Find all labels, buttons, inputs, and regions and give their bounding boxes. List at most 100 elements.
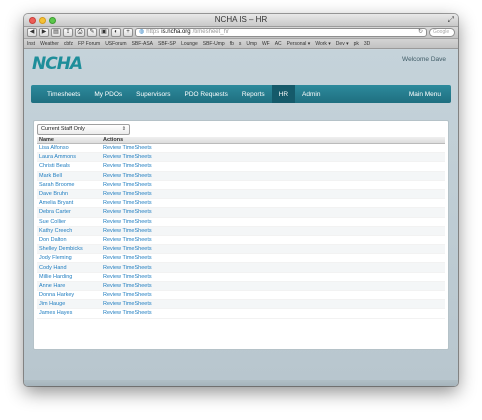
new-tab-button[interactable]: + — [123, 28, 133, 37]
staff-name-link[interactable]: Laura Ammons — [37, 154, 103, 160]
review-timesheets-link[interactable]: Review TimeSheets — [103, 200, 445, 206]
review-timesheets-link[interactable]: Review TimeSheets — [103, 274, 445, 280]
staff-name-link[interactable]: Shelley Dembicks — [37, 246, 103, 252]
staff-name-link[interactable]: Donna Harkey — [37, 292, 103, 298]
bookmark-item[interactable]: AC — [275, 41, 282, 47]
staff-name-link[interactable]: Sarah Broome — [37, 182, 103, 188]
url-path: /timesheet_hr — [192, 29, 229, 35]
bookmark-item[interactable]: Personal ▾ — [287, 41, 311, 47]
bookmark-item[interactable]: Work ▾ — [315, 41, 330, 47]
review-timesheets-link[interactable]: Review TimeSheets — [103, 163, 445, 169]
staff-name-link[interactable]: Debra Carter — [37, 209, 103, 215]
review-timesheets-link[interactable]: Review TimeSheets — [103, 219, 445, 225]
bookmark-item[interactable]: fb — [230, 41, 234, 47]
review-timesheets-link[interactable]: Review TimeSheets — [103, 228, 445, 234]
staff-name-link[interactable]: Millie Harding — [37, 274, 103, 280]
nav-item-main-menu[interactable]: Main Menu — [402, 85, 451, 103]
bookmark-item[interactable]: s — [239, 41, 242, 47]
review-timesheets-link[interactable]: Review TimeSheets — [103, 301, 445, 307]
fullscreen-icon[interactable]: ⤢ — [448, 15, 454, 25]
forward-button[interactable]: ▶ — [39, 28, 49, 37]
back-button[interactable]: ◀ — [27, 28, 37, 37]
table-row: Christi Beals Review TimeSheets — [37, 162, 445, 172]
logo-text: NCHA — [32, 54, 83, 74]
review-timesheets-link[interactable]: Review TimeSheets — [103, 182, 445, 188]
bookmark-item[interactable]: Weather — [40, 41, 59, 47]
table-row: Millie Harding Review TimeSheets — [37, 273, 445, 282]
extension-icon[interactable]: ✎ — [87, 28, 97, 37]
tabs-icon[interactable]: ▣ — [99, 28, 109, 37]
nav-item-supervisors[interactable]: Supervisors — [129, 85, 177, 103]
staff-name-link[interactable]: Amelia Bryant — [37, 200, 103, 206]
reload-icon[interactable]: ↻ — [418, 29, 423, 36]
table-row: Jim Hauge Review TimeSheets — [37, 300, 445, 310]
table-row: Sarah Broome Review TimeSheets — [37, 181, 445, 190]
staff-name-link[interactable]: Sue Collier — [37, 219, 103, 225]
nav-item-my-pdos[interactable]: My PDOs — [87, 85, 129, 103]
ncha-logo[interactable]: NCHA — [32, 54, 83, 74]
url-scheme: https — [146, 29, 160, 35]
sidebar-icon[interactable]: ▤ — [51, 28, 61, 37]
staff-name-link[interactable]: Kathy Creech — [37, 228, 103, 234]
bookmark-item[interactable]: Inst — [27, 41, 35, 47]
staff-name-link[interactable]: Lisa Alfonso — [37, 145, 103, 151]
header-actions: Actions — [103, 137, 124, 143]
url-host: is.ncha.org — [161, 29, 191, 35]
review-timesheets-link[interactable]: Review TimeSheets — [103, 246, 445, 252]
staff-name-link[interactable]: Christi Beals — [37, 163, 103, 169]
bookmark-item[interactable]: WF — [262, 41, 270, 47]
review-timesheets-link[interactable]: Review TimeSheets — [103, 292, 445, 298]
nav-item-reports[interactable]: Reports — [235, 85, 272, 103]
bookmark-item[interactable]: SBF-SP — [158, 41, 176, 47]
review-timesheets-link[interactable]: Review TimeSheets — [103, 145, 445, 151]
table-row: Amelia Bryant Review TimeSheets — [37, 199, 445, 209]
table-row: Lisa Alfonso Review TimeSheets — [37, 144, 445, 154]
bookmark-item[interactable]: Dev ▾ — [336, 41, 349, 47]
nav-item-pdo-requests[interactable]: PDO Requests — [178, 85, 235, 103]
bookmark-item[interactable]: USForum — [105, 41, 126, 47]
search-field[interactable]: Google — [429, 28, 455, 37]
url-field[interactable]: ◍ https is.ncha.org/timesheet_hr ↻ — [135, 28, 427, 37]
review-timesheets-link[interactable]: Review TimeSheets — [103, 265, 445, 271]
review-timesheets-link[interactable]: Review TimeSheets — [103, 237, 445, 243]
review-timesheets-link[interactable]: Review TimeSheets — [103, 173, 445, 179]
nav-item-admin[interactable]: Admin — [295, 85, 327, 103]
bookmark-item[interactable]: SBF-Ump — [203, 41, 225, 47]
table-body: Lisa Alfonso Review TimeSheets Laura Ammon… — [37, 144, 445, 319]
reader-icon[interactable]: ◐ — [111, 28, 121, 37]
nav-item-hr[interactable]: HR — [271, 85, 296, 103]
staff-name-link[interactable]: Jim Hauge — [37, 301, 103, 307]
staff-name-link[interactable]: Dave Bruhn — [37, 191, 103, 197]
table-row: Kathy Creech Review TimeSheets — [37, 226, 445, 236]
review-timesheets-link[interactable]: Review TimeSheets — [103, 154, 445, 160]
bookmark-item[interactable]: pk — [354, 41, 359, 47]
review-timesheets-link[interactable]: Review TimeSheets — [103, 209, 445, 215]
bookmark-item[interactable]: 3D — [364, 41, 370, 47]
bookmark-item[interactable]: SBF-ASA — [132, 41, 153, 47]
table-row: Cody Hand Review TimeSheets — [37, 263, 445, 273]
review-timesheets-link[interactable]: Review TimeSheets — [103, 255, 445, 261]
nav-item-timesheets[interactable]: Timesheets — [31, 85, 87, 103]
welcome-text: Welcome Dave — [402, 56, 446, 63]
browser-window: NCHA IS – HR ⤢ ◀ ▶ ▤ ⇪ ⎙ ✎ ▣ ◐ + ◍ https… — [24, 14, 458, 386]
bookmark-item[interactable]: Lounge — [181, 41, 198, 47]
staff-name-link[interactable]: Don Dalton — [37, 237, 103, 243]
staff-name-link[interactable]: Anne Hare — [37, 283, 103, 289]
review-timesheets-link[interactable]: Review TimeSheets — [103, 310, 445, 316]
review-timesheets-link[interactable]: Review TimeSheets — [103, 283, 445, 289]
bookmark-item[interactable]: Ump — [246, 41, 257, 47]
staff-name-link[interactable]: Mark Bell — [37, 173, 103, 179]
staff-name-link[interactable]: James Hayes — [37, 310, 103, 316]
browser-toolbar: ◀ ▶ ▤ ⇪ ⎙ ✎ ▣ ◐ + ◍ https is.ncha.org/ti… — [24, 27, 458, 39]
staff-name-link[interactable]: Cody Hand — [37, 265, 103, 271]
table-row: Donna Harkey Review TimeSheets — [37, 291, 445, 301]
staff-filter-select[interactable]: Current Staff Only ⇕ — [37, 124, 130, 135]
review-timesheets-link[interactable]: Review TimeSheets — [103, 191, 445, 197]
table-row: Sue Collier Review TimeSheets — [37, 218, 445, 227]
print-icon[interactable]: ⎙ — [75, 28, 85, 37]
bookmark-item[interactable]: FP Forum — [78, 41, 100, 47]
staff-name-link[interactable]: Jody Fleming — [37, 255, 103, 261]
staff-filter-value: Current Staff Only — [41, 126, 85, 132]
share-icon[interactable]: ⇪ — [63, 28, 73, 37]
bookmark-item[interactable]: cbfz — [64, 41, 73, 47]
